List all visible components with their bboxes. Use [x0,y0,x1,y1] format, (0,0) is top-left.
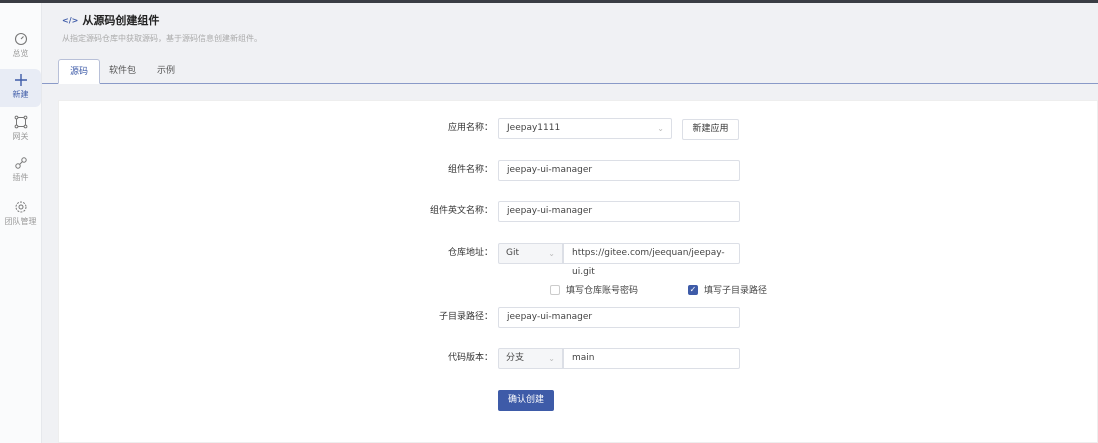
chevron-down-icon: ⌄ [657,124,664,133]
account-checkbox[interactable]: 填写仓库账号密码 [550,283,638,296]
repo-url-input[interactable]: https://gitee.com/jeequan/jeepay-ui.git [563,243,740,277]
sidebar-item-label: 插件 [12,173,29,182]
version-input[interactable]: main [563,348,740,369]
submit-button[interactable]: 确认创建 [498,390,554,411]
plus-icon [14,74,27,86]
repo-label: 仓库地址： [447,248,493,258]
new-app-button[interactable]: 新建应用 [682,119,739,140]
dashboard-icon [14,32,27,46]
sidebar-item-gateway[interactable]: 网关 [0,111,41,149]
subdir-label: 子目录路径： [438,312,493,322]
sidebar: 总览 新建 网关 插件 团队管理 [0,3,42,443]
sidebar-item-label: 网关 [12,132,29,141]
plugin-icon [14,157,27,169]
component-name-input[interactable]: jeepay-ui-manager [498,160,740,181]
tab-package[interactable]: 软件包 [98,59,147,84]
sidebar-item-label: 团队管理 [4,217,37,226]
subdir-checkbox[interactable]: ✓ 填写子目录路径 [688,283,767,296]
tab-example[interactable]: 示例 [146,59,186,84]
checkbox-box[interactable] [550,284,560,295]
code-icon: </> [62,15,79,25]
tab-source[interactable]: 源码 [58,59,101,84]
app-label: 应用名称： [447,123,493,133]
sidebar-item-overview[interactable]: 总览 [0,28,41,66]
subdir-input[interactable]: jeepay-ui-manager [498,307,740,328]
page-title: </> 从源码创建组件 [62,14,160,27]
gear-icon [15,201,26,213]
repo-type-select[interactable]: Git ⌄ [498,243,563,264]
chevron-down-icon: ⌄ [548,249,555,258]
version-label: 代码版本： [447,353,493,363]
sidebar-item-label: 总览 [12,49,29,58]
sidebar-item-team[interactable]: 团队管理 [0,196,41,234]
sidebar-item-new[interactable]: 新建 [0,69,41,107]
app-select[interactable]: Jeepay1111 ⌄ [498,118,672,139]
check-icon[interactable]: ✓ [688,284,698,295]
tab-bar-divider [42,83,1098,84]
sidebar-item-plugin[interactable]: 插件 [0,152,41,190]
name-label: 组件名称： [447,165,493,175]
sidebar-item-label: 新建 [12,90,29,99]
top-bar [0,0,1098,3]
component-en-name-input[interactable]: jeepay-ui-manager [498,201,740,222]
page-subtitle: 从指定源码仓库中获取源码，基于源码信息创建新组件。 [62,34,262,43]
chevron-down-icon: ⌄ [548,354,555,363]
en-name-label: 组件英文名称： [429,206,493,216]
version-type-select[interactable]: 分支 ⌄ [498,348,563,369]
gateway-icon [14,115,27,129]
